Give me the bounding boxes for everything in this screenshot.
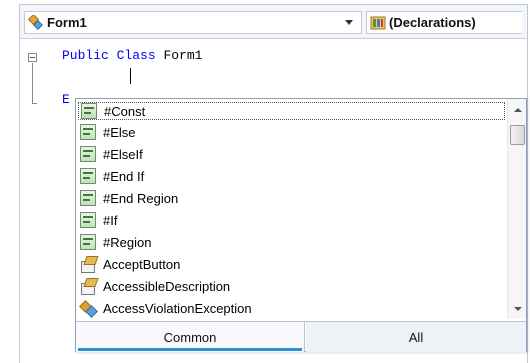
method-name-dropdown[interactable]: (Declarations) — [366, 11, 522, 34]
class-name-label: Form1 — [47, 15, 87, 30]
snippet-icon — [80, 190, 96, 206]
completion-scrollbar[interactable] — [507, 99, 526, 319]
scroll-down-icon[interactable] — [514, 307, 522, 311]
snippet-icon — [80, 146, 96, 162]
intellisense-completion-list: #Const #Else #ElseIf #End If #End Region… — [75, 98, 527, 352]
class-icon — [27, 13, 44, 31]
class-icon — [80, 300, 96, 316]
editor-right-border — [527, 4, 528, 363]
class-name: Form1 — [163, 48, 203, 63]
completion-item[interactable]: #Region — [76, 231, 507, 253]
completion-item-label: #ElseIf — [103, 146, 143, 162]
completion-item-label: AccessViolationException — [103, 300, 252, 316]
code-line-partial: E — [62, 92, 70, 107]
completion-item-label: #Const — [104, 103, 146, 119]
declarations-icon — [370, 15, 386, 31]
snippet-icon — [80, 168, 96, 184]
completion-item-label: #If — [103, 212, 118, 228]
completion-item-label: #Else — [103, 124, 136, 140]
completion-items[interactable]: #Const #Else #ElseIf #End If #End Region… — [76, 99, 507, 319]
completion-item-label: AccessibleDescription — [103, 278, 231, 294]
completion-item[interactable]: #End If — [76, 165, 507, 187]
method-name-label: (Declarations) — [389, 15, 476, 30]
completion-filter-tabs: Common All — [76, 321, 526, 352]
snippet-icon — [81, 103, 97, 119]
scroll-up-icon[interactable] — [514, 108, 522, 112]
code-editor-window: Form1 (Declarations) Public Class Form1 … — [0, 0, 530, 363]
snippet-icon — [80, 124, 96, 140]
property-icon — [80, 256, 96, 273]
completion-item-label: #End Region — [103, 190, 179, 206]
completion-item[interactable]: AcceptButton — [76, 253, 507, 275]
completion-item[interactable]: #If — [76, 209, 507, 231]
snippet-icon — [80, 212, 96, 228]
completion-item[interactable]: #ElseIf — [76, 143, 507, 165]
completion-item[interactable]: #Else — [76, 121, 507, 143]
property-icon — [80, 278, 96, 295]
keyword-class: Class — [116, 48, 156, 63]
outline-line-end — [32, 103, 37, 104]
completion-item-label: #Region — [103, 234, 152, 250]
snippet-icon — [80, 234, 96, 250]
completion-item[interactable]: #Const — [77, 101, 506, 121]
completion-item[interactable]: AccessibleDescription — [76, 275, 507, 297]
scroll-thumb[interactable] — [510, 125, 525, 145]
text-caret — [130, 68, 131, 84]
tab-all[interactable]: All — [306, 322, 526, 352]
outline-line — [32, 63, 33, 103]
tab-common[interactable]: Common — [76, 322, 305, 352]
code-line-class-declaration: Public Class Form1 — [62, 48, 202, 63]
collapse-toggle[interactable] — [28, 53, 37, 62]
class-name-dropdown[interactable]: Form1 — [24, 11, 362, 34]
chevron-down-icon[interactable] — [345, 20, 353, 25]
keyword-public: Public — [62, 48, 109, 63]
completion-item-label: #End If — [103, 168, 145, 184]
completion-item[interactable]: AccessViolationException — [76, 297, 507, 319]
navigation-bar: Form1 (Declarations) — [20, 5, 527, 39]
completion-item-label: AcceptButton — [103, 256, 181, 272]
completion-item[interactable]: #End Region — [76, 187, 507, 209]
